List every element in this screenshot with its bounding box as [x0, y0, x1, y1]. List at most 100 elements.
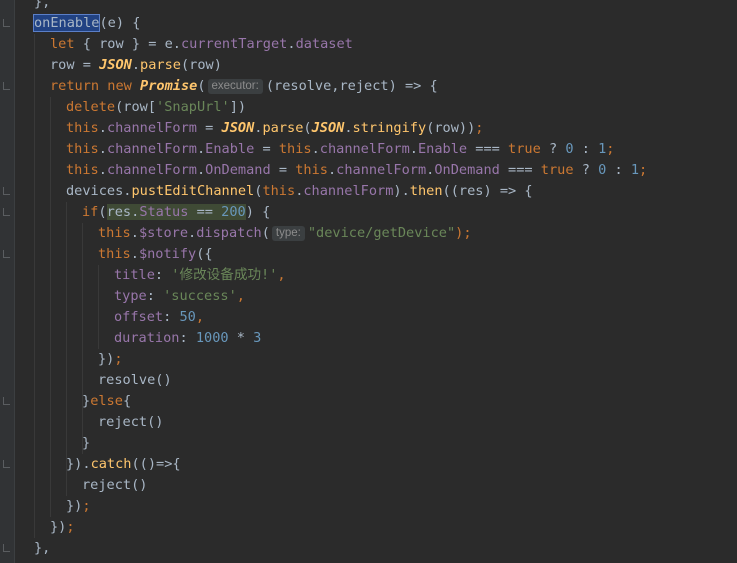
code-token: JSON	[221, 120, 255, 136]
code-line[interactable]: title: '修改设备成功!',	[114, 265, 286, 286]
code-line[interactable]: duration: 1000 * 3	[114, 328, 261, 349]
code-token: ===	[499, 162, 541, 178]
code-line[interactable]: });	[50, 517, 75, 538]
code-line[interactable]: }else{	[82, 391, 131, 412]
code-line[interactable]: this.channelForm.Enable = this.channelFo…	[66, 139, 614, 160]
code-token: .	[188, 225, 197, 241]
code-token: pustEditChannel	[131, 183, 255, 199]
code-token: { row } = e.	[82, 36, 181, 52]
code-token: .	[409, 141, 418, 157]
code-token: channelForm	[303, 183, 394, 199]
code-line[interactable]: type: 'success',	[114, 286, 245, 307]
code-token: .	[287, 36, 296, 52]
code-line[interactable]: });	[98, 349, 123, 370]
code-line[interactable]: },	[34, 0, 50, 13]
code-token: :	[573, 141, 599, 157]
code-token: :	[146, 288, 164, 304]
code-token: channelForm	[106, 120, 197, 136]
fold-toggle-icon[interactable]	[3, 208, 10, 216]
code-token: (e) {	[99, 15, 141, 31]
code-line[interactable]: return new Promise(executor: (resolve,rej…	[50, 76, 438, 97]
parameter-hint: type:	[271, 226, 305, 241]
code-token: parse	[262, 120, 304, 136]
code-line[interactable]: this.channelForm = JSON.parse(JSON.strin…	[66, 118, 483, 139]
code-token: channelForm	[106, 141, 197, 157]
code-token: 1000	[195, 330, 229, 346]
code-token: },	[34, 0, 51, 10]
fold-toggle-icon[interactable]	[3, 397, 10, 405]
code-token: OnDemand	[205, 162, 271, 178]
code-editor[interactable]: }, onEnable(e) {let { row } = e.currentTa…	[0, 0, 737, 563]
code-token: $store	[138, 225, 189, 241]
fold-toggle-icon[interactable]	[3, 250, 10, 258]
code-token: this	[98, 225, 131, 241]
code-token: ,	[236, 288, 245, 304]
code-token: })	[50, 519, 67, 535]
code-area[interactable]: }, onEnable(e) {let { row } = e.currentTa…	[18, 0, 737, 563]
code-token: :	[606, 162, 631, 178]
code-token: ;	[114, 351, 123, 367]
code-token: then	[409, 183, 443, 199]
fold-toggle-icon[interactable]	[3, 460, 10, 468]
code-token: res.	[106, 204, 140, 220]
code-line[interactable]: });	[66, 496, 91, 517]
code-token: ;	[82, 498, 91, 514]
code-line[interactable]: row = JSON.parse(row)	[50, 55, 222, 76]
code-line[interactable]: delete(row['SnapUrl'])	[66, 97, 246, 118]
code-token: (resolve,reject) => {	[265, 78, 438, 94]
code-token: true	[540, 162, 574, 178]
code-line[interactable]: }).catch(()=>{	[66, 454, 181, 475]
code-token: '修改设备成功!'	[171, 267, 278, 283]
fold-toggle-icon[interactable]	[3, 544, 10, 552]
code-token: parse	[140, 57, 181, 73]
code-line[interactable]: }	[82, 433, 90, 454]
code-line[interactable]: reject()	[82, 475, 147, 496]
code-line[interactable]: this.$notify({	[98, 244, 213, 265]
code-line[interactable]: reject()	[98, 412, 163, 433]
code-token: :	[163, 309, 180, 325]
code-token: reject()	[82, 477, 148, 493]
code-token: currentTarget	[180, 36, 288, 52]
code-token: JSON	[99, 57, 132, 73]
code-line[interactable]: this.$store.dispatch(type: "device/getDev…	[98, 223, 472, 244]
fold-toggle-icon[interactable]	[3, 187, 10, 195]
code-token: :	[154, 267, 172, 283]
code-token: channelForm	[319, 141, 410, 157]
code-line[interactable]: this.channelForm.OnDemand = this.channel…	[66, 160, 647, 181]
code-line[interactable]: if(res.Status == 200) {	[82, 202, 270, 223]
code-token: ((res) => {	[442, 183, 533, 199]
code-token: (row)	[180, 57, 222, 73]
code-token: ({	[196, 246, 213, 262]
indent-guide	[66, 202, 67, 496]
code-line[interactable]: let { row } = e.currentTarget.dataset	[50, 34, 353, 55]
code-token: (	[303, 120, 312, 136]
code-token: ;	[66, 519, 75, 535]
code-line[interactable]: onEnable(e) {	[32, 13, 141, 34]
code-token: =	[196, 120, 222, 136]
code-token: (row))	[426, 120, 476, 136]
code-token: 50	[179, 309, 196, 325]
code-token: })	[66, 498, 83, 514]
selected-identifier: onEnable	[32, 14, 101, 32]
code-token: (	[197, 78, 206, 94]
editor-gutter[interactable]	[0, 0, 15, 563]
code-token: =	[254, 141, 279, 157]
code-line[interactable]: },	[34, 538, 50, 559]
code-token: this	[66, 141, 99, 157]
code-token: ===	[467, 141, 509, 157]
fold-toggle-icon[interactable]	[3, 19, 10, 27]
code-token: else	[90, 393, 123, 409]
fold-toggle-icon[interactable]	[3, 82, 10, 90]
code-token: channelForm	[106, 162, 197, 178]
code-line[interactable]: devices.pustEditChannel(this.channelForm…	[66, 181, 533, 202]
code-token: return new	[50, 78, 141, 94]
code-token: (	[261, 225, 270, 241]
code-token: true	[508, 141, 541, 157]
indent-guide	[98, 265, 99, 349]
code-token: delete	[66, 99, 116, 115]
code-line[interactable]: resolve()	[98, 370, 172, 391]
code-token: 0	[565, 141, 574, 157]
code-token: .	[98, 120, 107, 136]
code-line[interactable]: offset: 50,	[114, 307, 204, 328]
code-token: :	[179, 330, 196, 346]
